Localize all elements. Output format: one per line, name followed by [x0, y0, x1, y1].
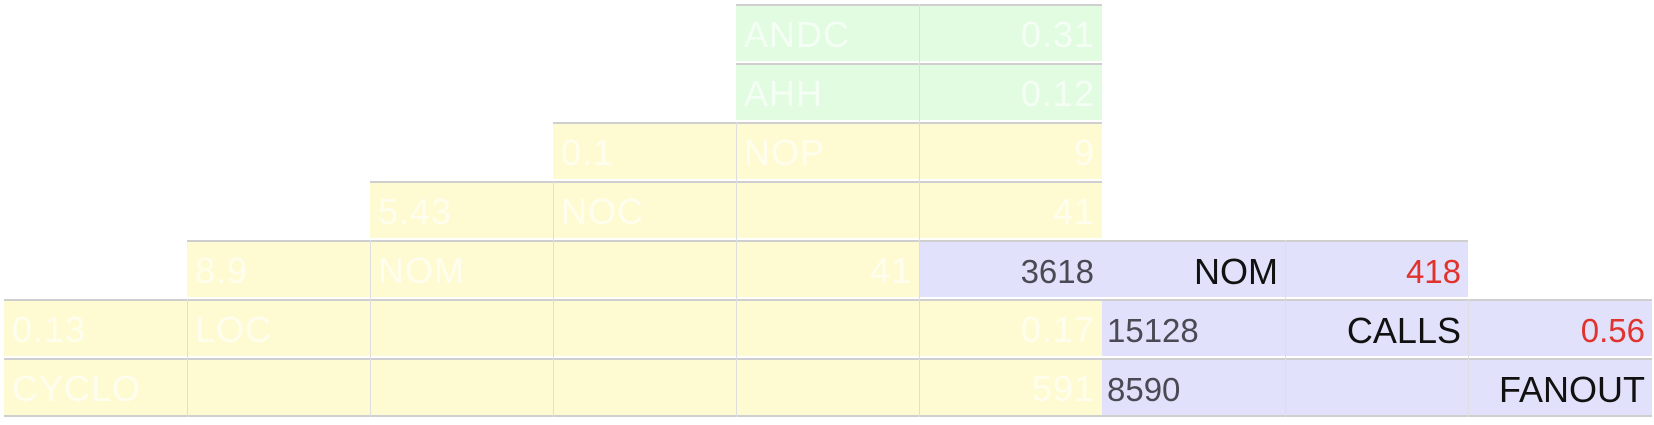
nop-value: 9 [1073, 132, 1095, 173]
ahh-label: AHH [744, 73, 824, 114]
cyclo-label: CYCLO [12, 368, 142, 409]
noc-label: NOC [561, 191, 644, 232]
loc-ratio: 0.13 [12, 309, 87, 350]
nom-value: 3618 [1020, 253, 1094, 290]
noc-ratio: 5.43 [378, 191, 453, 232]
nom-pyramid-label: NOM [378, 250, 465, 291]
calls-value: 15128 [1107, 312, 1199, 349]
nop-label: NOP [744, 132, 826, 173]
column-divider [919, 4, 920, 417]
calls-label: CALLS [1346, 310, 1461, 351]
loc-label: LOC [195, 309, 273, 350]
nom-pyramid-value: 41 [869, 250, 912, 291]
column-divider [736, 122, 737, 417]
ahh-value: 0.12 [1020, 73, 1095, 114]
nop-ratio: 0.1 [561, 132, 615, 173]
calls-ratio: 0.56 [1580, 312, 1645, 349]
overview-pyramid: ANDC 0.31 AHH 0.12 0.1 NOP 9 5.43 NOC 41… [0, 0, 1654, 425]
fanout-value: 8590 [1107, 371, 1181, 408]
nom-ratio: 418 [1405, 253, 1461, 290]
loc-value: 0.17 [1020, 309, 1095, 350]
fanout-label: FANOUT [1498, 369, 1645, 410]
column-divider [370, 240, 371, 417]
andc-value: 0.31 [1020, 14, 1095, 55]
andc-label: ANDC [744, 14, 851, 55]
cyclo-value: 591 [1031, 368, 1095, 409]
nom-pyramid-ratio: 8.9 [195, 250, 249, 291]
nom-label: NOM [1194, 251, 1278, 292]
noc-value: 41 [1052, 191, 1095, 232]
column-divider [553, 181, 554, 417]
